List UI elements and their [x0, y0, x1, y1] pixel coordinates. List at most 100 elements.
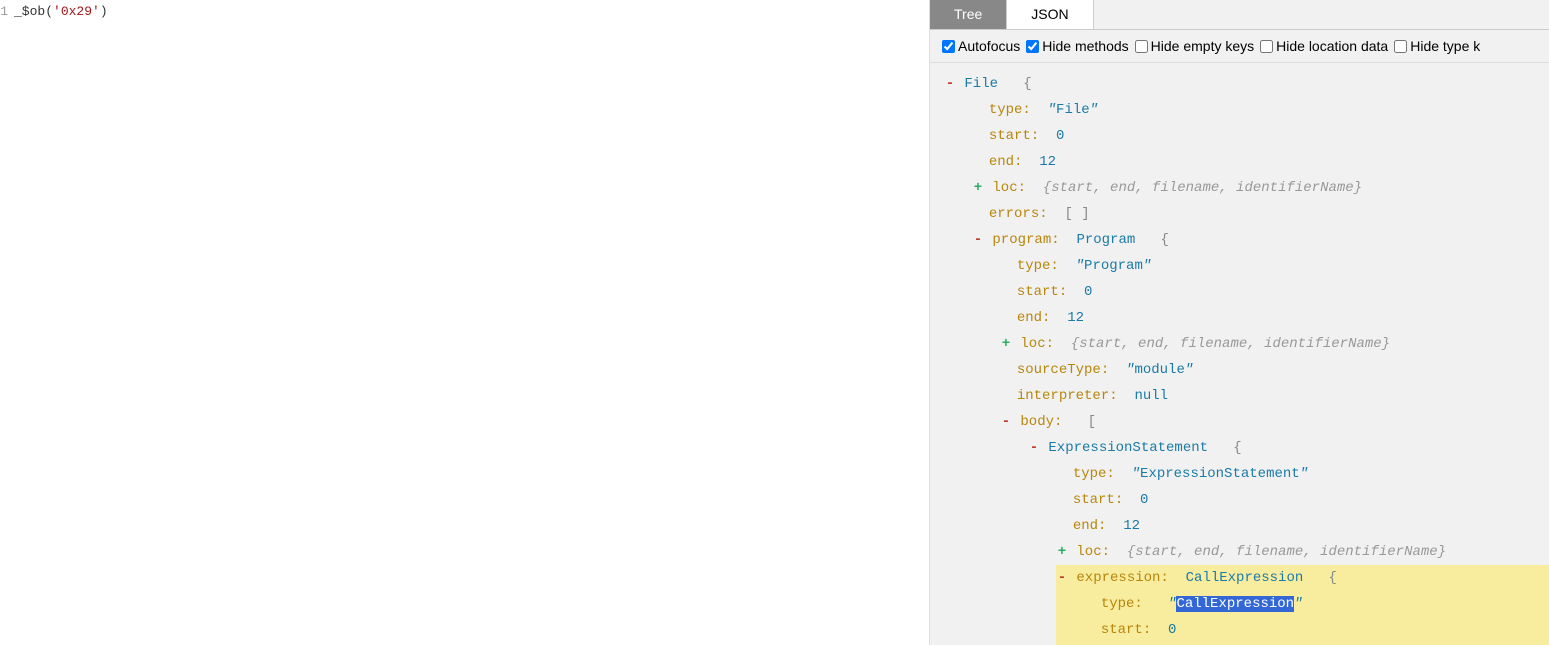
prop-key: end: — [1017, 310, 1051, 326]
code-token-paren-open: ( — [45, 4, 53, 19]
node-typename: ExpressionStatement — [1048, 440, 1208, 456]
checkbox-hide-location-data[interactable] — [1260, 40, 1273, 53]
prop-value: 0 — [1140, 492, 1148, 508]
prop-key: type: — [1073, 466, 1115, 482]
prop-value: File — [1056, 102, 1090, 118]
tree-prop-start[interactable]: start: 0 — [1056, 487, 1549, 513]
selected-value: CallExpression — [1176, 596, 1294, 612]
checkbox-hide-methods[interactable] — [1026, 40, 1039, 53]
brace-open: { — [1328, 570, 1336, 586]
prop-key: loc: — [1020, 336, 1054, 352]
loc-preview: {start, end, filename, identifierName} — [1071, 336, 1390, 352]
prop-value: Program — [1084, 258, 1143, 274]
tree-prop-sourcetype[interactable]: sourceType: "module" — [1000, 357, 1549, 383]
tree-prop-end[interactable]: end: 12 — [1056, 513, 1549, 539]
node-typename: File — [964, 76, 998, 92]
brace-open: { — [1023, 76, 1031, 92]
highlighted-node: - expression: CallExpression { type: "Ca… — [1056, 565, 1549, 645]
tree-prop-type[interactable]: type: "ExpressionStatement" — [1056, 461, 1549, 487]
toggle-icon[interactable]: - — [972, 227, 984, 253]
prop-value: null — [1134, 388, 1168, 404]
tree-node-callexpression[interactable]: - expression: CallExpression { — [1056, 565, 1549, 591]
node-typename: CallExpression — [1186, 570, 1304, 586]
prop-key: program: — [992, 232, 1059, 248]
prop-key: type: — [1017, 258, 1059, 274]
tree-prop-start[interactable]: start: 0 — [972, 123, 1549, 149]
filter-hide-type-keys[interactable]: Hide type k — [1394, 38, 1480, 54]
tab-json[interactable]: JSON — [1007, 0, 1093, 29]
prop-key: body: — [1020, 414, 1062, 430]
prop-key: loc: — [992, 180, 1026, 196]
tree-prop-end[interactable]: end: 12 — [972, 149, 1549, 175]
prop-key: start: — [989, 128, 1039, 144]
prop-key: end: — [1073, 518, 1107, 534]
tree-prop-loc[interactable]: + loc: {start, end, filename, identifier… — [972, 175, 1549, 201]
tree-node-body[interactable]: - body: [ — [1000, 409, 1549, 435]
prop-key: start: — [1017, 284, 1067, 300]
tree-node-program[interactable]: - program: Program { — [972, 227, 1549, 253]
tree-prop-interpreter[interactable]: interpreter: null — [1000, 383, 1549, 409]
prop-value: ExpressionStatement — [1140, 466, 1300, 482]
node-typename: Program — [1076, 232, 1135, 248]
checkbox-hide-type-keys[interactable] — [1394, 40, 1407, 53]
tree-prop-start[interactable]: start: 0 — [1084, 617, 1549, 643]
prop-key: type: — [989, 102, 1031, 118]
ast-panel: Tree JSON Autofocus Hide methods Hide em… — [930, 0, 1549, 645]
code-token-string: '0x29' — [53, 4, 100, 19]
code-editor: 1 _$ob('0x29') — [0, 0, 930, 645]
filter-autofocus[interactable]: Autofocus — [942, 38, 1020, 54]
brace-open: { — [1233, 440, 1241, 456]
tree-node-file[interactable]: - File { — [944, 71, 1549, 97]
filter-hide-location-data[interactable]: Hide location data — [1260, 38, 1388, 54]
filter-hide-methods[interactable]: Hide methods — [1026, 38, 1128, 54]
filter-label: Autofocus — [958, 38, 1020, 54]
prop-key: expression: — [1076, 570, 1168, 586]
filter-bar: Autofocus Hide methods Hide empty keys H… — [930, 30, 1549, 63]
tree-prop-loc[interactable]: + loc: {start, end, filename, identifier… — [1056, 539, 1549, 565]
filter-label: Hide location data — [1276, 38, 1388, 54]
toggle-icon[interactable]: - — [944, 71, 956, 97]
prop-value: 0 — [1084, 284, 1092, 300]
brace-open: { — [1160, 232, 1168, 248]
toggle-icon[interactable]: + — [1056, 539, 1068, 565]
code-content[interactable]: _$ob('0x29') — [10, 0, 929, 645]
loc-preview: {start, end, filename, identifierName} — [1043, 180, 1362, 196]
prop-value: 0 — [1168, 622, 1176, 638]
ast-tree: - File { type: "File" start: 0 end: 12 +… — [930, 63, 1549, 645]
tab-bar: Tree JSON — [930, 0, 1549, 30]
prop-value: [ ] — [1064, 206, 1089, 222]
loc-preview: {start, end, filename, identifierName} — [1127, 544, 1446, 560]
tree-prop-type[interactable]: type: "File" — [972, 97, 1549, 123]
bracket-open: [ — [1088, 414, 1096, 430]
tree-prop-errors[interactable]: errors: [ ] — [972, 201, 1549, 227]
prop-key: errors: — [989, 206, 1048, 222]
filter-label: Hide methods — [1042, 38, 1128, 54]
prop-key: type: — [1101, 596, 1143, 612]
prop-value: 12 — [1123, 518, 1140, 534]
code-token-identifier: _$ob — [14, 4, 45, 19]
prop-key: loc: — [1076, 544, 1110, 560]
toggle-icon[interactable]: + — [1000, 331, 1012, 357]
toggle-icon[interactable]: - — [1028, 435, 1040, 461]
prop-value: 12 — [1039, 154, 1056, 170]
tree-prop-type[interactable]: type: "Program" — [1000, 253, 1549, 279]
tree-prop-start[interactable]: start: 0 — [1000, 279, 1549, 305]
toggle-icon[interactable]: - — [1056, 565, 1068, 591]
code-token-paren-close: ) — [100, 4, 108, 19]
prop-key: interpreter: — [1017, 388, 1118, 404]
prop-value: module — [1134, 362, 1184, 378]
prop-key: end: — [989, 154, 1023, 170]
tab-tree[interactable]: Tree — [930, 0, 1007, 29]
checkbox-autofocus[interactable] — [942, 40, 955, 53]
toggle-icon[interactable]: - — [1000, 409, 1012, 435]
tree-node-expressionstatement[interactable]: - ExpressionStatement { — [1028, 435, 1549, 461]
tree-prop-type[interactable]: type: "CallExpression" — [1084, 591, 1549, 617]
filter-hide-empty-keys[interactable]: Hide empty keys — [1135, 38, 1254, 54]
prop-key: sourceType: — [1017, 362, 1109, 378]
checkbox-hide-empty-keys[interactable] — [1135, 40, 1148, 53]
tree-prop-end[interactable]: end: 12 — [1000, 305, 1549, 331]
toggle-icon[interactable]: + — [972, 175, 984, 201]
prop-value: 12 — [1067, 310, 1084, 326]
prop-key: start: — [1101, 622, 1151, 638]
tree-prop-loc[interactable]: + loc: {start, end, filename, identifier… — [1000, 331, 1549, 357]
